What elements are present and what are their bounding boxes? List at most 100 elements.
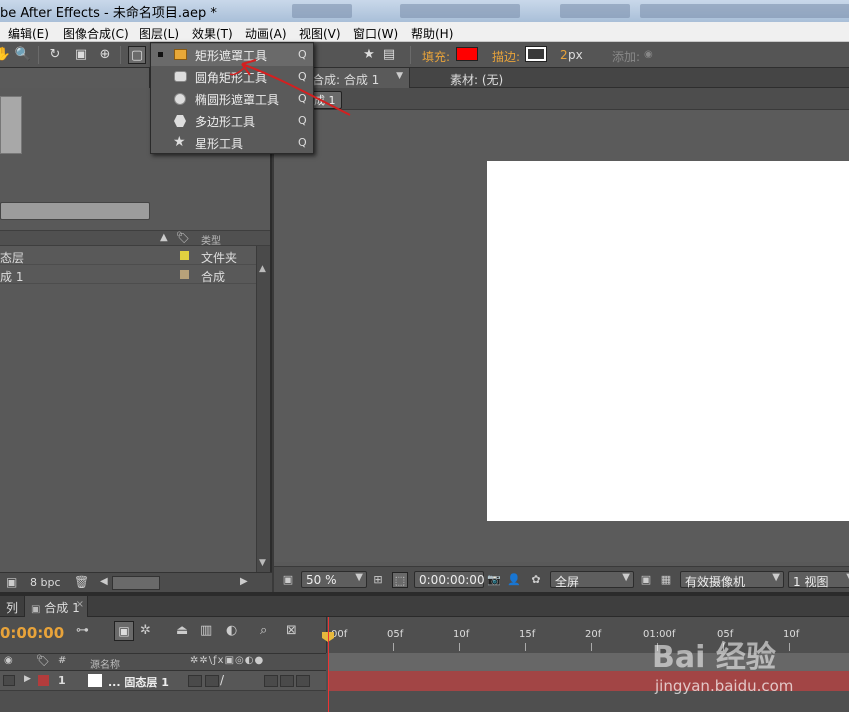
close-icon[interactable]: × xyxy=(76,599,84,610)
stroke-color-swatch[interactable] xyxy=(525,46,547,62)
hand-icon[interactable]: ✋ xyxy=(0,46,12,64)
label-tag-icon[interactable]: 🏷 xyxy=(176,231,190,244)
project-search-input[interactable] xyxy=(0,202,150,220)
zoom-value: 50 % xyxy=(306,573,337,587)
scroll-left-icon[interactable]: ◀ xyxy=(100,576,108,587)
scroll-up-icon[interactable]: ▲ xyxy=(259,264,266,274)
motion-blur-icon[interactable]: ◐ xyxy=(226,623,237,638)
3d-layer-switch[interactable] xyxy=(296,675,310,687)
shortcut-key: Q xyxy=(298,114,307,127)
menu-edit[interactable]: 编辑(E) xyxy=(8,25,49,42)
sort-up-icon[interactable]: ▲ xyxy=(160,232,168,243)
layer-name[interactable]: ... 固态层 1 xyxy=(108,674,169,690)
layer-row[interactable]: ▶ 1 ... 固态层 1 / xyxy=(0,671,326,691)
add-dropdown-icon[interactable]: ◉ xyxy=(644,49,653,60)
image-toggle-icon[interactable]: ▤ xyxy=(380,46,398,64)
menu-effect[interactable]: 效果(T) xyxy=(192,25,233,42)
menu-composition[interactable]: 图像合成(C) xyxy=(63,25,129,42)
dropdown-item-polygon[interactable]: 多边形工具 Q xyxy=(151,110,313,132)
watermark: Bai 经验 jingyan.baidu.com xyxy=(652,622,849,712)
scroll-right-icon[interactable]: ▶ xyxy=(240,576,248,587)
adjustment-switch[interactable] xyxy=(280,675,294,687)
rounded-rectangle-icon xyxy=(174,71,187,82)
zoom-dropdown[interactable]: 50 % ▼ xyxy=(301,571,367,588)
rotate-icon[interactable]: ↻ xyxy=(46,46,64,64)
horizontal-scroll-thumb[interactable] xyxy=(112,576,160,590)
dropdown-item-rectangle[interactable]: 矩形遮罩工具 Q xyxy=(151,44,313,66)
menu-layer[interactable]: 图层(L) xyxy=(139,25,179,42)
type-column-header[interactable]: 类型 xyxy=(201,232,221,247)
star-toggle-icon[interactable]: ★ xyxy=(360,46,378,64)
brainstorm-icon[interactable]: ⊠ xyxy=(286,623,297,638)
fill-color-swatch[interactable] xyxy=(456,47,478,61)
dropdown-item-star[interactable]: ★ 星形工具 Q xyxy=(151,132,313,154)
transparency-grid-icon[interactable]: ▦ xyxy=(658,572,674,588)
pan-behind-icon[interactable]: ⊕ xyxy=(96,46,114,64)
interpret-footage-icon[interactable]: ▣ xyxy=(6,575,17,589)
grid-icon[interactable]: ⊞ xyxy=(370,572,386,588)
number-column-icon: # xyxy=(58,655,67,666)
stroke-label[interactable]: 描边: xyxy=(492,48,520,65)
timecode-button[interactable]: 0:00:00:00 xyxy=(414,571,485,588)
source-name-header[interactable]: 源名称 xyxy=(90,656,120,671)
stroke-width-value[interactable]: 2 xyxy=(560,48,568,62)
project-item-type: 文件夹 xyxy=(201,251,238,265)
shy-switch[interactable] xyxy=(188,675,202,687)
chevron-down-icon[interactable]: ▼ xyxy=(396,71,403,81)
stroke-width-unit: px xyxy=(568,48,583,62)
visibility-toggle[interactable] xyxy=(3,675,15,686)
fill-label[interactable]: 填充: xyxy=(422,48,450,65)
frame-blending-icon[interactable]: ▥ xyxy=(200,623,212,638)
always-preview-icon[interactable]: ▣ xyxy=(280,572,296,588)
expand-chevron-icon[interactable]: ▶ xyxy=(24,674,31,684)
project-tab[interactable] xyxy=(0,68,150,88)
label-tag-icon[interactable]: 🏷 xyxy=(36,654,50,667)
menu-animation[interactable]: 动画(A) xyxy=(245,25,287,42)
menu-view[interactable]: 视图(V) xyxy=(299,25,341,42)
menu-window[interactable]: 窗口(W) xyxy=(353,25,398,42)
compact-icon[interactable]: ⊶ xyxy=(76,623,89,638)
draft-3d-icon[interactable]: ✲ xyxy=(140,623,151,638)
tools-toolbar: ✋ 🔍 ↻ ▣ ⊕ ▢ ★ ▤ 填充: 描边: 2 px 添加: ◉ xyxy=(0,42,849,68)
show-snapshot-icon[interactable]: 👤 xyxy=(506,572,522,588)
layer-label-color[interactable] xyxy=(38,675,49,686)
composition-frame[interactable] xyxy=(487,161,849,521)
selected-bullet-icon xyxy=(158,52,163,57)
tab-footage[interactable]: 素材: (无) xyxy=(444,68,509,88)
label-color-swatch[interactable] xyxy=(180,251,189,260)
tab-composition[interactable]: 合成: 合成 1 ▼ xyxy=(300,68,410,88)
project-item-row[interactable]: 成 1 合成 xyxy=(0,266,256,284)
graph-editor-icon[interactable]: ⌕ xyxy=(260,623,267,638)
tab-render-queue[interactable]: 列 xyxy=(0,596,24,617)
dropdown-item-ellipse[interactable]: 椭圆形遮罩工具 Q xyxy=(151,88,313,110)
rectangle-tool-button[interactable]: ▢ xyxy=(128,46,146,64)
bit-depth-button[interactable]: 8 bpc xyxy=(30,576,61,589)
camera-dropdown[interactable]: 有效摄像机 ▼ xyxy=(680,571,784,589)
region-of-interest-icon[interactable]: ⬚ xyxy=(392,572,408,588)
menu-help[interactable]: 帮助(H) xyxy=(411,25,453,42)
current-time-indicator[interactable] xyxy=(328,617,329,712)
current-time-display[interactable]: 0:00:00 xyxy=(0,624,64,642)
fast-preview-icon[interactable]: ▣ xyxy=(638,572,654,588)
shortcut-key: Q xyxy=(298,92,307,105)
quality-switch[interactable]: / xyxy=(220,673,224,687)
eye-icon[interactable]: ◉ xyxy=(4,655,13,666)
dropdown-item-label: 圆角矩形工具 xyxy=(195,71,268,85)
zoom-icon[interactable]: 🔍 xyxy=(14,46,32,64)
motion-blur-switch[interactable] xyxy=(264,675,278,687)
comp-mini-flowchart-icon[interactable]: ▣ xyxy=(114,621,134,641)
trash-icon[interactable]: 🗑 xyxy=(74,575,89,589)
dropdown-item-rounded-rectangle[interactable]: 圆角矩形工具 Q xyxy=(151,66,313,88)
project-item-row[interactable]: 态层 文件夹 xyxy=(0,247,256,265)
label-color-swatch[interactable] xyxy=(180,270,189,279)
collapse-switch[interactable] xyxy=(205,675,219,687)
view-layout-dropdown[interactable]: 1 视图 ▼ xyxy=(788,571,849,589)
camera-icon[interactable]: ▣ xyxy=(72,46,90,64)
channel-icon[interactable]: ✿ xyxy=(528,572,544,588)
project-vertical-scrollbar[interactable]: ▲ ▼ xyxy=(256,246,270,572)
snapshot-camera-icon[interactable]: 📷 xyxy=(486,572,502,588)
scroll-down-icon[interactable]: ▼ xyxy=(259,558,266,568)
tab-composition-timeline[interactable]: ▣ 合成 1 × xyxy=(24,596,88,617)
shy-layers-icon[interactable]: ⏏ xyxy=(176,623,188,638)
resolution-dropdown[interactable]: 全屏 ▼ xyxy=(550,571,634,589)
